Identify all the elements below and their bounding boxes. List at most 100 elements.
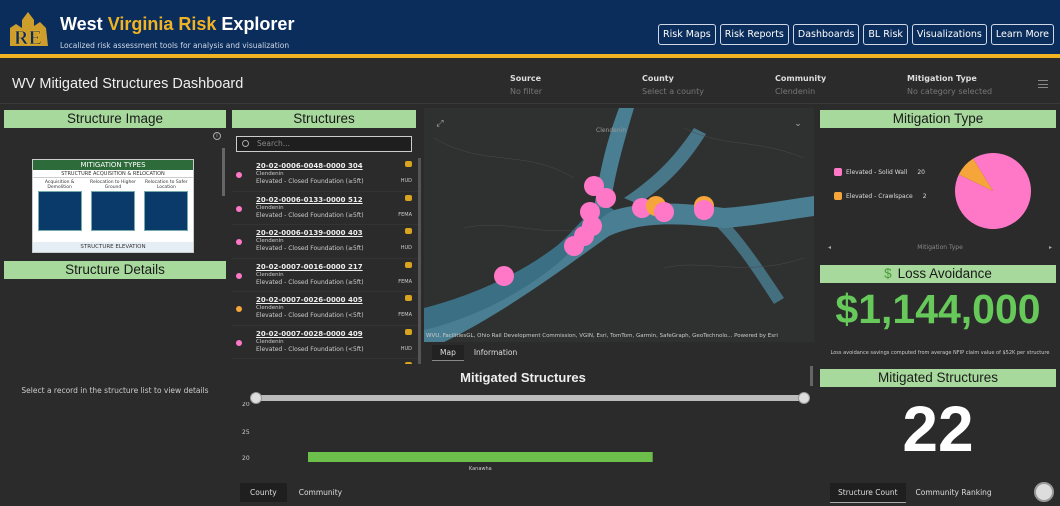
list-item[interactable]: 20-02-0006-0133-0000 512 Clendenin Elevate… (232, 192, 418, 225)
next-arrow-icon[interactable]: ▸ (1049, 244, 1052, 251)
tab-information[interactable]: Information (466, 345, 525, 361)
structure-id[interactable]: 20-02-0006-0048-0000 304 (256, 162, 363, 170)
list-item[interactable]: 20-02-0007-0026-0000 405 Clendenin Elevate… (232, 292, 418, 326)
structure-id[interactable]: 20-02-0006-0133-0000 512 (256, 196, 363, 204)
nav-dashboards-button[interactable]: Dashboards (792, 24, 860, 45)
bar[interactable] (308, 452, 653, 462)
mitigated-count-value: 22 (902, 393, 974, 465)
structure-id[interactable]: 20-02-0006-0139-0000 403 (256, 229, 363, 237)
structure-type: Elevated - Closed Foundation (≥5ft) (256, 245, 364, 252)
list-item[interactable]: 20-02-0007-0016-0000 217 Clendenin Elevate… (232, 259, 418, 292)
pie-pager: ◂ Mitigation Type ▸ (828, 244, 1052, 251)
list-item[interactable]: 20-02-0007-0056-0000 214 (232, 359, 418, 364)
map-point[interactable] (494, 266, 514, 286)
map-expand-icon[interactable]: ⤢ (434, 118, 446, 130)
map-point[interactable] (596, 188, 616, 208)
structure-agency: FEMA (398, 278, 412, 285)
map-collapse-icon[interactable]: ⌄ (792, 118, 804, 130)
chart-scrollbar[interactable] (810, 366, 813, 386)
thumb-cell-label: Relocation to Higher Ground (90, 180, 136, 190)
filter-county[interactable]: County Select a county (642, 74, 704, 96)
legend-swatch (834, 168, 842, 176)
nav-bar: Risk Maps Risk Reports Dashboards BL Ris… (658, 24, 1054, 45)
legend-swatch (834, 192, 842, 200)
tab-community[interactable]: Community (288, 483, 353, 502)
filter-source-value: No filter (510, 87, 543, 96)
map-point[interactable] (694, 200, 714, 220)
structure-agency: FEMA (398, 211, 412, 218)
info-icon[interactable]: i (213, 132, 221, 140)
legend-item[interactable]: Elevated - Crawlspace 2 (834, 192, 927, 200)
map-town-label: Clendenin (596, 127, 626, 134)
nav-risk-reports-button[interactable]: Risk Reports (719, 24, 789, 45)
car-icon (405, 261, 412, 268)
pager-label: Mitigation Type (917, 244, 963, 251)
structure-image-heading: Structure Image (4, 110, 226, 128)
tab-map[interactable]: Map (432, 345, 464, 361)
nav-bl-risk-button[interactable]: BL Risk (863, 24, 908, 45)
structure-community: Clendenin (256, 338, 284, 345)
loss-avoidance-heading: $ Loss Avoidance (820, 265, 1056, 283)
map-point[interactable] (582, 216, 602, 236)
dashboard-header: WV Mitigated Structures Dashboard Source… (0, 62, 1060, 104)
structure-id[interactable]: 20-02-0007-0016-0000 217 (256, 263, 363, 271)
loss-avoidance-note: Loss avoidance savings computed from ave… (830, 350, 1050, 356)
mitigated-count-heading: Mitigated Structures (820, 369, 1056, 387)
structure-details-heading: Structure Details (4, 261, 226, 279)
thumb-title: MITIGATION TYPES (33, 160, 193, 170)
list-item[interactable]: 20-02-0006-0048-0000 304 Clendenin Elevate… (232, 158, 418, 192)
house-icon (90, 191, 135, 231)
filter-county-value: Select a county (642, 87, 704, 96)
app-title-west: West (60, 14, 108, 34)
search-placeholder: Search... (257, 139, 290, 148)
image-scrollbar[interactable] (222, 148, 225, 196)
map-view[interactable]: Clendenin ⤢ ⌄ (424, 108, 814, 342)
list-item[interactable]: 20-02-0007-0028-0000 409 Clendenin Elevate… (232, 326, 418, 359)
car-icon (405, 362, 412, 364)
car-icon (405, 295, 412, 301)
mitigation-type-pie: Elevated - Solid Wall 20 Elevated - Craw… (820, 128, 1056, 260)
structure-community: Clendenin (256, 171, 284, 177)
status-dot-icon (236, 339, 242, 346)
tab-county[interactable]: County (240, 483, 287, 502)
structure-community: Clendenin (256, 204, 284, 211)
thumb-cell-label: Relocation to Safer Location (144, 180, 188, 190)
search-input[interactable]: Search... (236, 136, 412, 152)
structure-details-message: Select a record in the structure list to… (21, 386, 209, 395)
search-icon (242, 140, 249, 147)
legend-label: Elevated - Solid Wall (846, 168, 908, 176)
pie-chart[interactable] (948, 146, 1038, 236)
tab-community-ranking[interactable]: Community Ranking (908, 483, 1000, 503)
list-item[interactable]: 20-02-0006-0139-0000 403 Clendenin Elevate… (232, 225, 418, 259)
filter-community[interactable]: Community Clendenin (775, 74, 826, 96)
nav-risk-maps-button[interactable]: Risk Maps (658, 24, 716, 45)
structures-heading: Structures (232, 110, 416, 128)
tab-structure-count[interactable]: Structure Count (830, 483, 906, 503)
structure-type: Elevated - Closed Foundation (<5ft) (256, 345, 364, 353)
list-scrollbar[interactable] (418, 158, 421, 364)
mitigated-structures-chart: Mitigated Structures 20 25 20 Kanawha (232, 366, 814, 484)
nav-learn-more-button[interactable]: Learn More (990, 24, 1054, 45)
map-point[interactable] (654, 202, 674, 222)
structure-id[interactable]: 20-02-0007-0056-0000 214 (256, 363, 363, 364)
loss-avoidance-title: Loss Avoidance (897, 266, 992, 281)
structures-list: 20-02-0006-0048-0000 304 Clendenin Elevate… (232, 158, 418, 364)
menu-icon[interactable] (1038, 80, 1048, 88)
status-dot-icon (236, 239, 242, 245)
status-dot-icon (236, 205, 242, 212)
chart-range-slider[interactable] (250, 392, 810, 404)
map-canvas[interactable]: Clendenin (424, 108, 814, 342)
legend-item[interactable]: Elevated - Solid Wall 20 (834, 168, 927, 176)
prev-arrow-icon[interactable]: ◂ (828, 244, 831, 251)
filter-source[interactable]: Source No filter (510, 74, 542, 96)
structure-id[interactable]: 20-02-0007-0028-0000 409 (256, 330, 363, 338)
filter-community-label: Community (775, 74, 827, 83)
structure-id[interactable]: 20-02-0007-0026-0000 405 (256, 296, 363, 304)
refresh-icon[interactable] (1034, 482, 1054, 502)
nav-visualizations-button[interactable]: Visualizations (911, 24, 987, 45)
structure-agency: HUD (400, 178, 412, 184)
structure-type: Elevated - Closed Foundation (≥5ft) (256, 211, 364, 219)
filter-mitigation-type[interactable]: Mitigation Type No category selected (907, 74, 992, 96)
bar-category-label: Kanawha (469, 466, 492, 472)
filter-county-label: County (642, 74, 674, 83)
